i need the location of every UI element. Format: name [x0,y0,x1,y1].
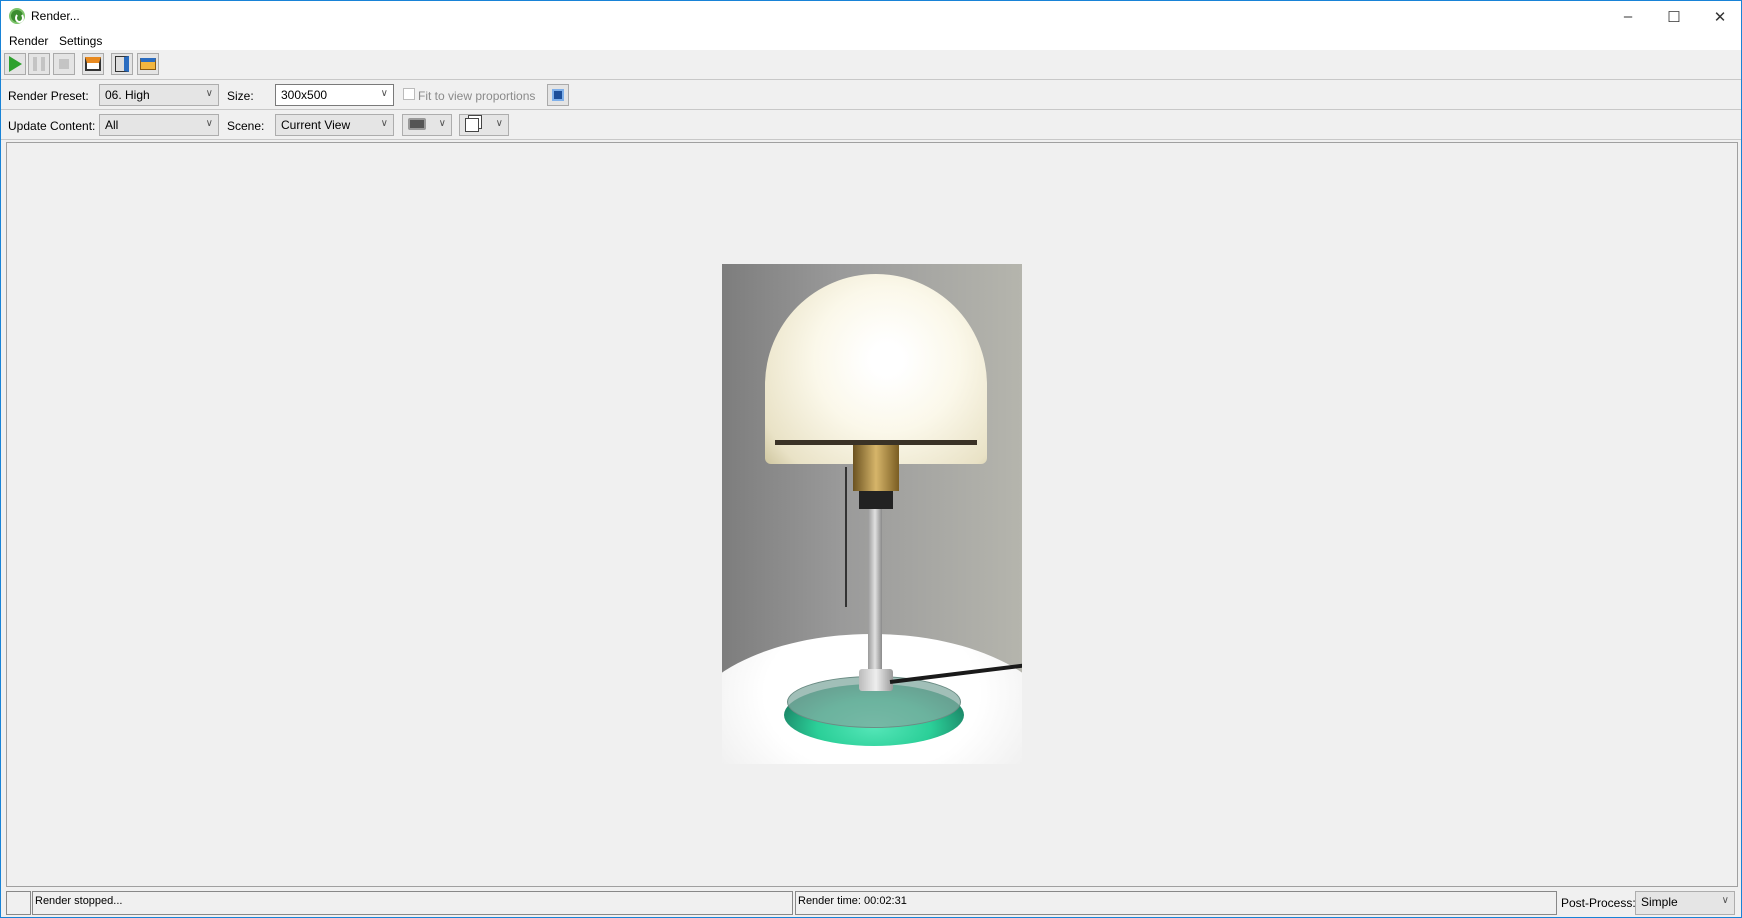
fit-view-icon [552,89,564,101]
minimize-button[interactable]: – [1605,1,1651,32]
update-content-dropdown[interactable]: All ∨ [99,114,219,136]
collar [859,491,893,509]
scene-value: Current View [281,118,351,132]
save-image-button[interactable] [82,53,104,75]
fit-to-view-label: Fit to view proportions [418,89,536,103]
post-process-dropdown[interactable]: Simple ∨ [1635,891,1735,915]
window-title: Render... [31,9,80,23]
export-icon [115,56,129,72]
status-message: Render stopped... [32,891,793,915]
base-mount [859,669,893,691]
pull-chain [845,467,847,607]
size-label: Size: [227,89,254,103]
preset-row: Render Preset: 06. High ∨ Size: 300x500 ∨ … [1,80,1741,110]
camera-dropdown[interactable]: ∨ [402,114,452,136]
maximize-button[interactable]: ☐ [1651,1,1697,32]
copy-icon [465,118,479,132]
menu-settings[interactable]: Settings [59,34,102,48]
chevron-down-icon: ∨ [1721,895,1729,906]
glass-stem [868,509,882,669]
status-indicator [6,891,31,915]
chevron-down-icon: ∨ [380,88,388,99]
app-icon [9,8,25,24]
update-content-value: All [105,118,119,132]
stop-icon [59,59,69,69]
update-content-label: Update Content: [8,119,96,133]
post-process-value: Simple [1641,895,1678,909]
menu-render[interactable]: Render [9,34,48,48]
lamp-shade [765,274,987,464]
stop-button[interactable] [53,53,75,75]
chevron-down-icon: ∨ [495,118,503,129]
fit-to-view-checkbox[interactable] [403,88,415,100]
pause-button[interactable] [28,53,50,75]
chevron-down-icon: ∨ [380,118,388,129]
render-image [722,264,1022,764]
scene-dropdown[interactable]: Current View ∨ [275,114,394,136]
play-icon [8,56,22,72]
play-button[interactable] [4,53,26,75]
package-button[interactable] [137,53,159,75]
post-process-label: Post-Process: [1561,896,1636,910]
render-time: Render time: 00:02:31 [795,891,1557,915]
chevron-down-icon: ∨ [205,88,213,99]
scene-label: Scene: [227,119,265,133]
socket [853,445,899,491]
size-dropdown[interactable]: 300x500 ∨ [275,84,394,106]
chevron-down-icon: ∨ [205,118,213,129]
copy-dropdown[interactable]: ∨ [459,114,509,136]
menu-bar: Render Settings [1,32,1741,50]
title-bar: Render... – ☐ ✕ [1,1,1741,32]
package-icon [140,58,156,70]
camera-icon [408,118,426,130]
export-button[interactable] [111,53,133,75]
render-preset-label: Render Preset: [8,89,89,103]
save-image-icon [85,57,101,71]
render-preset-value: 06. High [105,88,150,102]
fit-view-button[interactable] [547,84,569,106]
close-button[interactable]: ✕ [1697,1,1742,32]
pause-icon [33,57,45,71]
chevron-down-icon: ∨ [438,118,446,129]
toolbar [1,50,1741,80]
render-preset-dropdown[interactable]: 06. High ∨ [99,84,219,106]
size-value: 300x500 [281,88,328,102]
content-row: Update Content: All ∨ Scene: Current View… [1,110,1741,140]
